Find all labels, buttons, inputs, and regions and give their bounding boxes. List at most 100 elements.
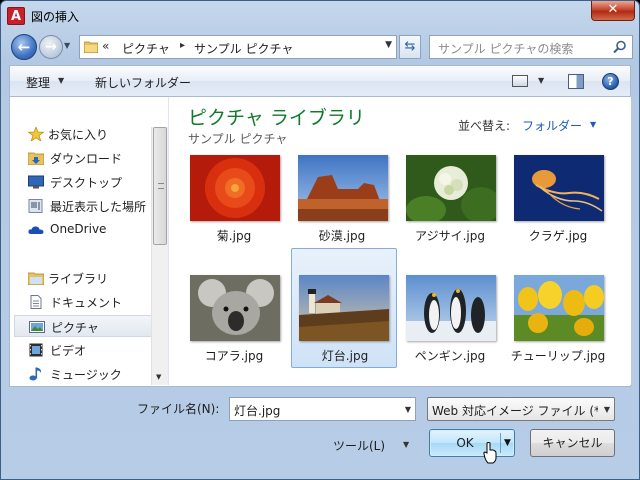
file-name: コアラ.jpg xyxy=(204,349,264,363)
sidebar-item-music[interactable]: ミュージック xyxy=(14,363,154,385)
filename-dropdown-icon[interactable]: ▼ xyxy=(405,405,411,414)
sidebar-item-libraries[interactable]: ライブラリ xyxy=(14,267,154,289)
title-bar: A 図の挿入 ✕ xyxy=(1,1,639,31)
sidebar-item-label: 最近表示した場所 xyxy=(50,200,147,214)
breadcrumb-overflow[interactable]: « xyxy=(102,39,109,53)
sidebar-item-label: ミュージック xyxy=(50,368,122,382)
sidebar-item-label: ビデオ xyxy=(50,344,87,358)
file-item[interactable]: 菊.jpg xyxy=(184,149,284,261)
file-item[interactable]: 砂漠.jpg xyxy=(292,149,392,261)
tulips-image xyxy=(514,275,604,341)
search-input[interactable]: サンプル ピクチャの検索 xyxy=(429,35,633,59)
search-placeholder: サンプル ピクチャの検索 xyxy=(438,42,574,56)
help-icon[interactable]: ? xyxy=(602,73,619,90)
file-item-selected[interactable]: 灯台.jpg xyxy=(291,248,397,368)
refresh-button[interactable]: ⇆ xyxy=(399,35,421,59)
file-name: 砂漠.jpg xyxy=(318,229,366,243)
tools-dropdown-icon[interactable]: ▼ xyxy=(403,440,409,449)
organize-button[interactable]: 整理 xyxy=(26,74,50,91)
sidebar-item-label: お気に入り xyxy=(48,128,109,142)
file-name: チューリップ.jpg xyxy=(510,349,606,363)
star-icon xyxy=(28,127,44,141)
forward-button[interactable]: → xyxy=(39,35,63,59)
folder-icon xyxy=(84,41,98,53)
mouse-cursor-icon xyxy=(483,442,497,464)
file-item[interactable]: コアラ.jpg xyxy=(184,269,284,381)
preview-pane-icon[interactable] xyxy=(568,74,584,89)
library-title: ピクチャ ライブラリ xyxy=(188,107,365,129)
document-icon xyxy=(30,295,42,309)
sidebar-item-videos[interactable]: ビデオ xyxy=(14,339,154,361)
breadcrumb-sample-pictures[interactable]: サンプル ピクチャ xyxy=(194,40,293,57)
library-pane: ピクチャ ライブラリ サンプル ピクチャ 並べ替え: フォルダー ▼ 菊.jpg xyxy=(170,97,631,385)
arrange-dropdown-icon[interactable]: ▼ xyxy=(590,120,596,129)
tools-menu[interactable]: ツール(L) xyxy=(333,437,385,454)
view-dropdown-icon[interactable]: ▼ xyxy=(538,76,544,85)
ok-button[interactable]: OK ▼ xyxy=(429,429,515,457)
hydrangeas-image xyxy=(406,155,496,221)
library-folder-icon xyxy=(28,272,44,285)
recent-places-icon xyxy=(28,199,43,213)
download-folder-icon xyxy=(28,152,44,165)
navigation-bar: ← → ▼ « ピクチャ ▸ サンプル ピクチャ ▼ ⇆ サンプル ピクチャの検… xyxy=(1,31,639,63)
penguins-image xyxy=(406,275,496,341)
breadcrumb-chevron-icon[interactable]: ▸ xyxy=(180,40,185,51)
sidebar-item-label: OneDrive xyxy=(50,222,107,236)
sidebar-item-label: ダウンロード xyxy=(50,152,123,166)
sidebar-item-recent-places[interactable]: 最近表示した場所 xyxy=(14,195,154,217)
scrollbar-thumb[interactable] xyxy=(153,127,167,245)
sidebar-item-downloads[interactable]: ダウンロード xyxy=(14,147,154,169)
file-name: ペンギン.jpg xyxy=(414,349,486,363)
search-icon[interactable] xyxy=(613,40,627,54)
desert-image xyxy=(298,155,388,221)
sidebar-item-pictures[interactable]: ピクチャ xyxy=(14,315,154,337)
file-name: 菊.jpg xyxy=(216,229,252,243)
new-folder-button[interactable]: 新しいフォルダー xyxy=(95,74,191,91)
sidebar-item-desktop[interactable]: デスクトップ xyxy=(14,171,154,193)
video-icon xyxy=(29,343,43,357)
arrange-by-label: 並べ替え: xyxy=(458,119,511,133)
picture-icon xyxy=(29,321,45,333)
navigation-pane: お気に入り ダウンロード デスクトップ 最近表示した場所 OneDrive ライ… xyxy=(10,97,169,385)
back-button[interactable]: ← xyxy=(11,34,37,60)
file-type-dropdown-icon[interactable]: ▼ xyxy=(604,405,610,414)
navigation-scrollbar[interactable]: ▼ xyxy=(151,127,168,385)
change-view-icon[interactable] xyxy=(512,75,528,87)
app-icon: A xyxy=(7,7,25,25)
history-dropdown-icon[interactable]: ▼ xyxy=(64,41,76,53)
insert-picture-dialog: A 図の挿入 ✕ ← → ▼ « ピクチャ ▸ サンプル ピクチャ ▼ ⇆ サン… xyxy=(0,0,640,480)
file-type-value[interactable]: Web 対応イメージ ファイル (* xyxy=(432,402,598,419)
command-bar: 整理 ▼ 新しいフォルダー ▼ ? xyxy=(9,65,631,97)
file-item[interactable]: アジサイ.jpg xyxy=(400,149,500,261)
sidebar-item-documents[interactable]: ドキュメント xyxy=(14,291,154,313)
file-item[interactable]: ペンギン.jpg xyxy=(400,269,500,381)
insert-options-dropdown-icon[interactable]: ▼ xyxy=(504,438,511,448)
organize-dropdown-icon[interactable]: ▼ xyxy=(58,76,64,85)
breadcrumb-pictures[interactable]: ピクチャ xyxy=(122,40,170,57)
file-name: 灯台.jpg xyxy=(321,349,369,363)
file-item[interactable]: クラゲ.jpg xyxy=(508,149,608,261)
sidebar-item-onedrive[interactable]: OneDrive xyxy=(14,219,154,241)
file-name: クラゲ.jpg xyxy=(528,229,588,243)
sidebar-item-label: ドキュメント xyxy=(50,296,123,310)
address-dropdown-icon[interactable]: ▼ xyxy=(385,40,392,50)
filename-label: ファイル名(N): xyxy=(137,402,220,416)
file-item[interactable]: チューリップ.jpg xyxy=(508,269,608,381)
sidebar-item-label: ライブラリ xyxy=(48,272,109,286)
window-title: 図の挿入 xyxy=(31,10,80,24)
filename-input[interactable]: 灯台.jpg ▼ xyxy=(229,397,416,421)
close-button[interactable]: ✕ xyxy=(591,1,635,21)
sidebar-item-favorites[interactable]: お気に入り xyxy=(14,123,154,145)
filename-value[interactable]: 灯台.jpg xyxy=(234,402,280,419)
sidebar-item-label: デスクトップ xyxy=(50,176,123,190)
chrysanthemum-image xyxy=(190,155,280,221)
desktop-icon xyxy=(28,175,44,189)
content-area: お気に入り ダウンロード デスクトップ 最近表示した場所 OneDrive ライ… xyxy=(9,97,631,387)
koala-image xyxy=(190,275,280,341)
file-type-select[interactable]: Web 対応イメージ ファイル (* ▼ xyxy=(427,397,615,421)
arrange-by-dropdown[interactable]: フォルダー xyxy=(522,117,582,134)
lighthouse-image xyxy=(299,275,389,341)
cancel-button[interactable]: キャンセル xyxy=(530,429,615,457)
scroll-down-icon[interactable]: ▼ xyxy=(156,373,161,381)
address-bar[interactable]: « ピクチャ ▸ サンプル ピクチャ ▼ xyxy=(79,35,397,59)
